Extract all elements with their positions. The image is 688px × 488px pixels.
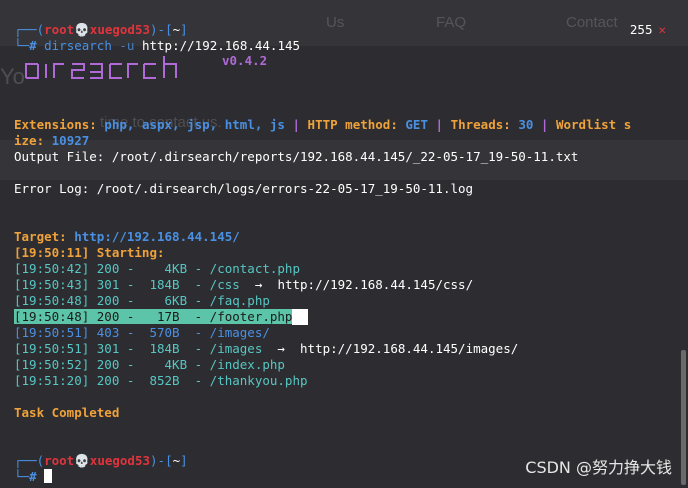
- command-arg: http://192.168.44.145: [141, 38, 301, 53]
- result-row: [19:50:51] 403 - 570B - /images/: [14, 325, 270, 340]
- method-value: GET: [405, 117, 428, 132]
- extensions-value: php, aspx, jsp, html, js: [104, 117, 285, 132]
- threads-value: 30: [518, 117, 534, 132]
- skull-icon: 💀: [74, 453, 90, 468]
- dirsearch-logo: [25, 56, 177, 79]
- input-line[interactable]: └─#: [14, 453, 53, 485]
- output-file: Output File: /root/.dirsearch/reports/19…: [14, 149, 579, 164]
- command-name: dirsearch: [44, 38, 112, 53]
- result-row: [19:50:43] 301 - 184B - /css → http://19…: [14, 277, 474, 292]
- x-icon: ✕: [658, 22, 666, 37]
- task-completed: Task Completed: [14, 405, 120, 420]
- prompt2-dir: ~: [172, 453, 181, 468]
- text-cursor: [44, 469, 53, 483]
- bg-nav-contact: Contact: [566, 14, 618, 31]
- csdn-watermark: CSDN @努力挣大钱: [525, 458, 672, 477]
- bg-heading: Yo: [0, 64, 25, 89]
- banner-version: v0.4.2: [222, 53, 268, 68]
- result-row: [19:51:20] 200 - 852B - /thankyou.php: [14, 373, 308, 388]
- result-row: [19:50:42] 200 - 4KB - /contact.php: [14, 261, 300, 276]
- target-line: Target: http://192.168.44.145/: [14, 229, 240, 244]
- config-line-2: ize: 10927: [14, 133, 90, 148]
- starting-line: [19:50:11] Starting:: [14, 245, 165, 260]
- error-log: Error Log: /root/.dirsearch/logs/errors-…: [14, 181, 474, 196]
- result-row-highlighted: [19:50:48] 200 - 17B - /footer.php: [14, 309, 309, 325]
- terminal-scrollbar[interactable]: [681, 350, 686, 485]
- result-row: [19:50:52] 200 - 4KB - /index.php: [14, 357, 285, 372]
- command-flag: -u: [119, 38, 135, 53]
- result-row: [19:50:51] 301 - 184B - /images → http:/…: [14, 341, 519, 356]
- result-row: [19:50:48] 200 - 6KB - /faq.php: [14, 293, 270, 308]
- target-value: http://192.168.44.145/: [74, 229, 240, 244]
- exit-code-badge: 255 ✕: [630, 22, 666, 37]
- command-line: └─# dirsearch -u http://192.168.44.145: [14, 38, 301, 53]
- selection-block: [292, 309, 309, 325]
- prompt2-host: xuegod53: [89, 453, 151, 468]
- wordlist-value: 10927: [51, 133, 90, 148]
- bg-nav-us: Us: [326, 14, 345, 31]
- exit-code: 255: [629, 22, 653, 37]
- config-line-1: Extensions: php, aspx, jsp, html, js | H…: [14, 117, 632, 132]
- bg-nav-faq: FAQ: [436, 14, 467, 31]
